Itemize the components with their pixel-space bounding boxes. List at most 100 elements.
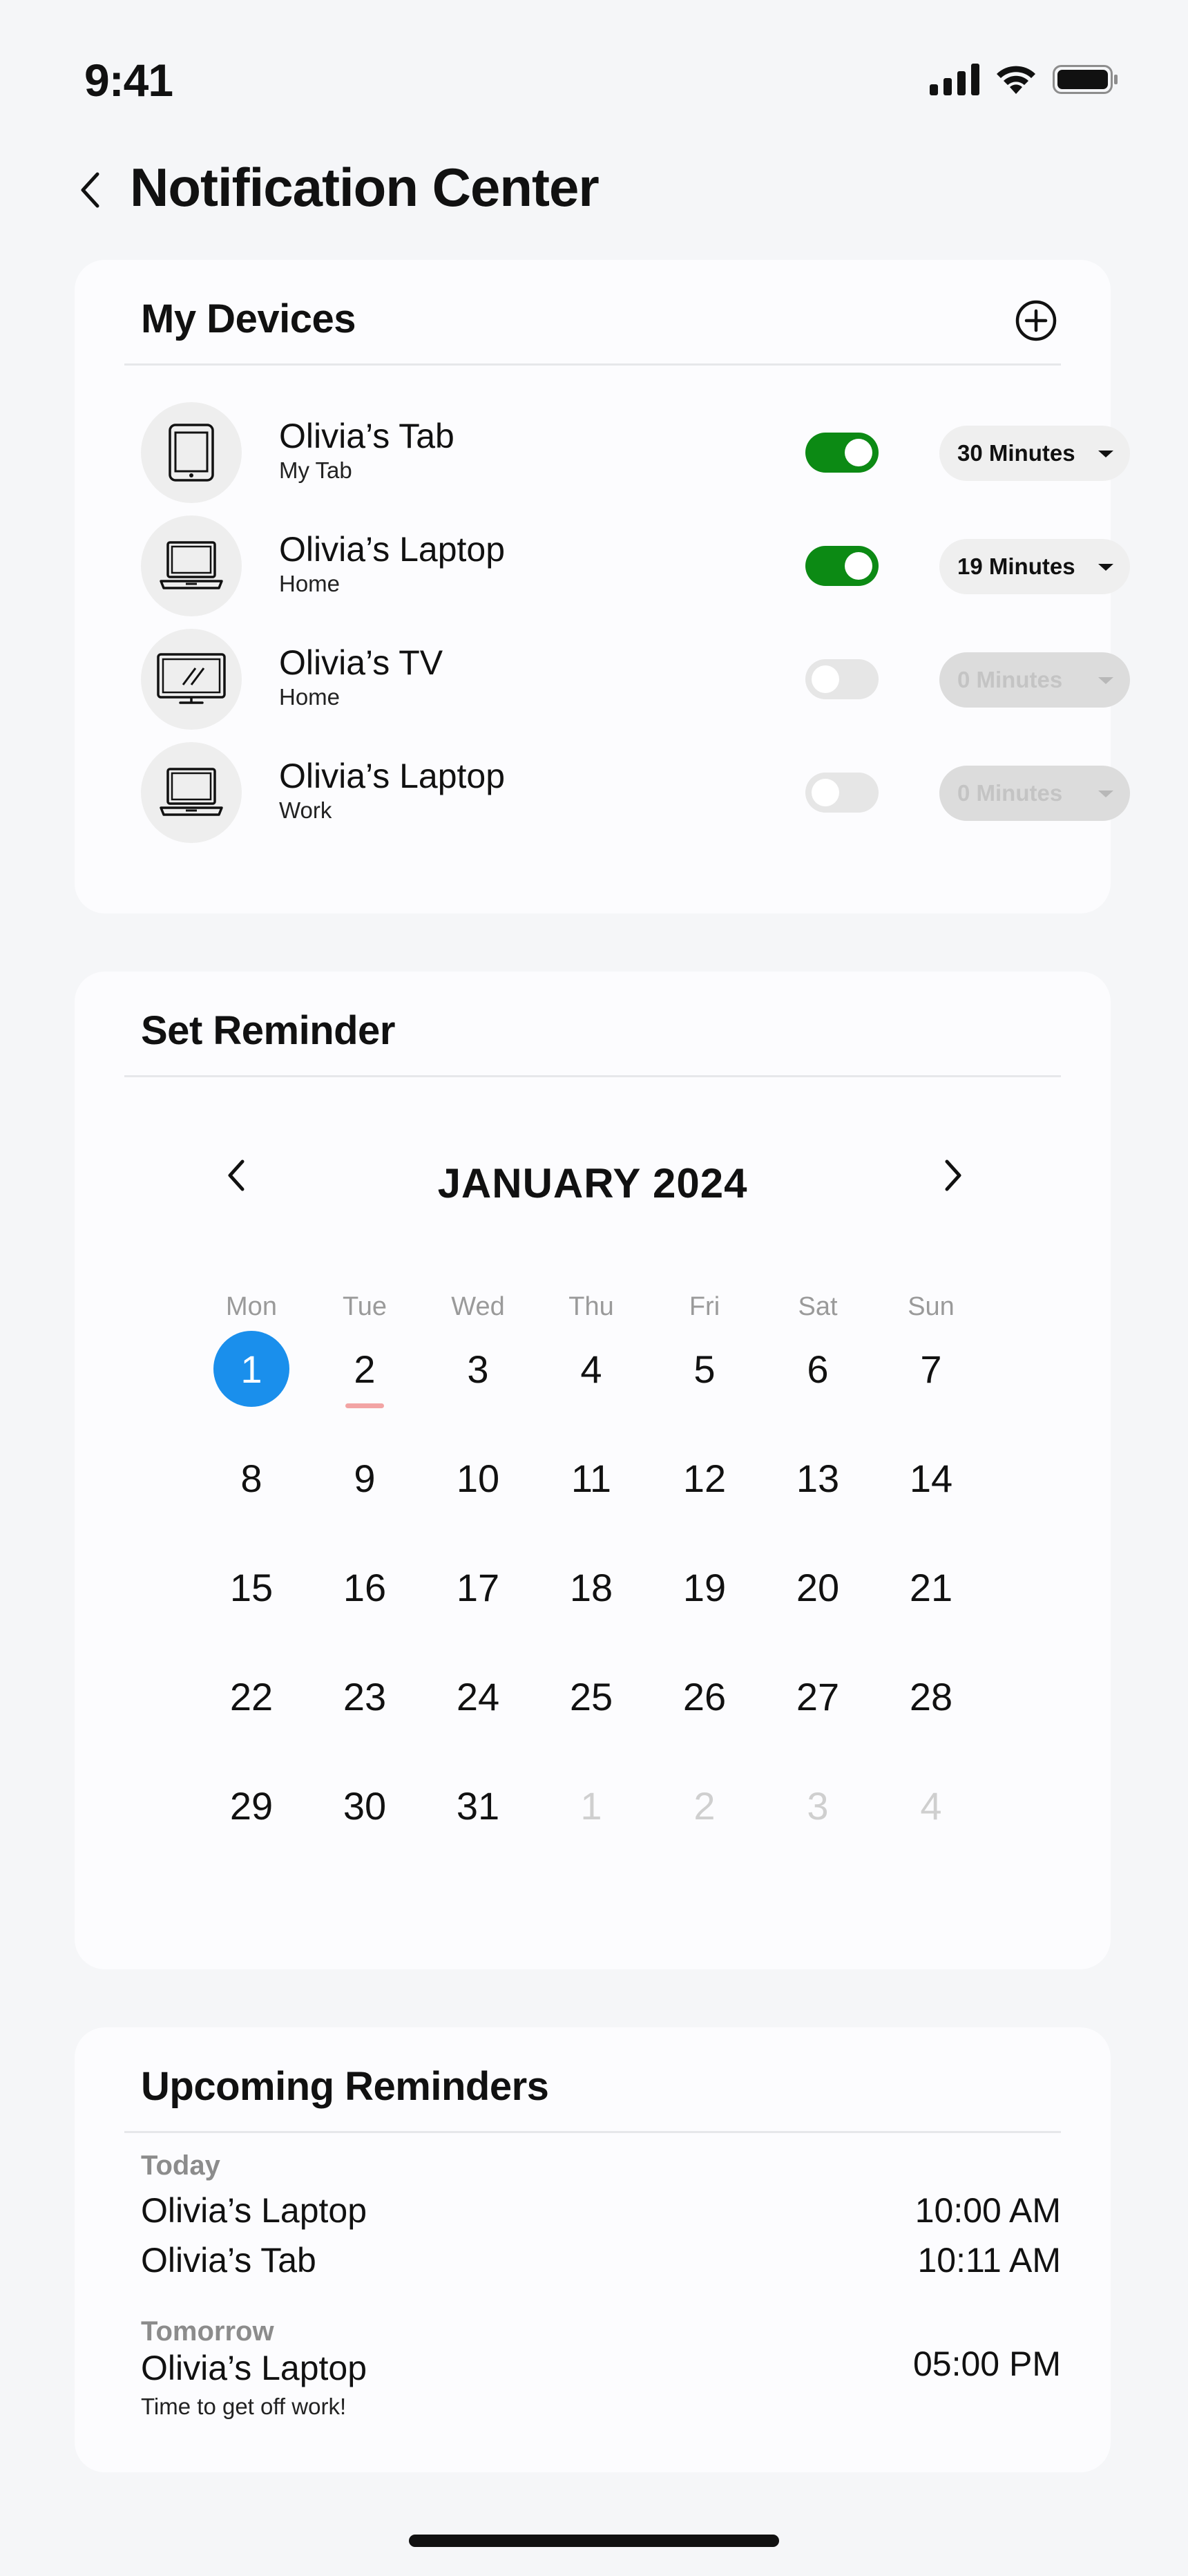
calendar-day[interactable]: 5 <box>667 1331 742 1407</box>
caret-down-icon <box>1098 677 1113 684</box>
plus-circle-icon <box>1015 300 1057 341</box>
calendar-day[interactable]: 4 <box>553 1331 629 1407</box>
toggle-knob <box>812 779 839 806</box>
chevron-right-icon <box>945 1159 961 1191</box>
back-button[interactable] <box>69 166 111 214</box>
home-indicator <box>409 2535 779 2547</box>
weekday-label-sat: Sat <box>798 1292 838 1321</box>
reminder-card: Set Reminder JANUARY 2024 Mon Tue Wed Thu Fr… <box>75 972 1111 1969</box>
reminder-divider <box>124 1075 1061 1077</box>
calendar-day[interactable]: 26 <box>667 1658 742 1734</box>
device-avatar <box>141 629 242 730</box>
device-name: Olivia’s Laptop <box>279 757 506 795</box>
toggle-knob <box>812 665 839 693</box>
calendar-day[interactable]: 6 <box>780 1331 856 1407</box>
device-name: Olivia’s TV <box>279 643 443 682</box>
weekday-label-sun: Sun <box>908 1292 955 1321</box>
reminder-item-name[interactable]: Olivia’s Tab <box>141 2240 316 2280</box>
tv-icon <box>157 653 226 704</box>
calendar-day[interactable]: 18 <box>553 1549 629 1625</box>
calendar-day[interactable]: 2 <box>667 1768 742 1844</box>
caret-down-icon <box>1098 564 1113 571</box>
weekday-label-thu: Thu <box>568 1292 614 1321</box>
duration-value: 0 Minutes <box>957 667 1063 692</box>
reminder-item-name[interactable]: Olivia’s Laptop <box>141 2190 367 2231</box>
devices-divider <box>124 363 1061 366</box>
calendar-day[interactable]: 30 <box>327 1768 403 1844</box>
chevron-left-icon <box>81 172 99 208</box>
calendar-day-selected[interactable]: 1 <box>213 1331 289 1407</box>
calendar-day[interactable]: 27 <box>780 1658 856 1734</box>
calendar-day[interactable]: 2 <box>327 1331 403 1407</box>
calendar-day[interactable]: 25 <box>553 1658 629 1734</box>
calendar-day[interactable]: 16 <box>327 1549 403 1625</box>
duration-dropdown[interactable]: 0 Minutes <box>939 766 1130 821</box>
page-title: Notification Center <box>130 157 600 218</box>
device-name: Olivia’s Laptop <box>279 530 506 569</box>
calendar-day[interactable]: 28 <box>893 1658 969 1734</box>
device-avatar <box>141 402 242 503</box>
calendar-day[interactable]: 11 <box>553 1440 629 1516</box>
calendar-day[interactable]: 20 <box>780 1549 856 1625</box>
calendar-day[interactable]: 29 <box>213 1768 289 1844</box>
devices-title: My Devices <box>141 296 356 341</box>
calendar-day[interactable]: 24 <box>440 1658 516 1734</box>
calendar-day[interactable]: 15 <box>213 1549 289 1625</box>
reminder-item-name[interactable]: Olivia’s Laptop <box>141 2348 367 2388</box>
calendar-day[interactable]: 17 <box>440 1549 516 1625</box>
calendar-day[interactable]: 1 <box>553 1768 629 1844</box>
duration-value: 0 Minutes <box>957 780 1063 806</box>
calendar-day[interactable]: 22 <box>213 1658 289 1734</box>
calendar-day[interactable]: 23 <box>327 1658 403 1734</box>
header: Notification Center <box>0 152 1188 228</box>
today-marker <box>345 1403 384 1408</box>
calendar-day[interactable]: 7 <box>893 1331 969 1407</box>
duration-dropdown[interactable]: 19 Minutes <box>939 539 1130 594</box>
device-location: Home <box>279 571 341 596</box>
device-avatar <box>141 742 242 843</box>
duration-dropdown[interactable]: 0 Minutes <box>939 652 1130 708</box>
battery-icon <box>1053 65 1118 94</box>
next-month-button[interactable] <box>932 1151 974 1200</box>
reminder-item-time: 10:00 AM <box>914 2191 1061 2230</box>
calendar-day[interactable]: 9 <box>327 1440 403 1516</box>
reminder-title: Set Reminder <box>141 1008 395 1053</box>
group-label-tomorrow: Tomorrow <box>141 2316 274 2347</box>
toggle-knob <box>845 439 872 466</box>
status-bar: 9:41 <box>0 0 1188 138</box>
calendar-day[interactable]: 21 <box>893 1549 969 1625</box>
caret-down-icon <box>1098 451 1113 457</box>
calendar-day[interactable]: 12 <box>667 1440 742 1516</box>
calendar-day[interactable]: 31 <box>440 1768 516 1844</box>
device-notification-toggle[interactable] <box>805 546 879 586</box>
calendar-day[interactable]: 3 <box>440 1331 516 1407</box>
device-avatar <box>141 515 242 616</box>
add-device-button[interactable] <box>1014 299 1058 343</box>
status-time: 9:41 <box>84 55 173 106</box>
calendar-day[interactable]: 8 <box>213 1440 289 1516</box>
laptop-icon <box>160 768 223 816</box>
device-row: Olivia’s TV Home 0 Minutes <box>141 629 1130 732</box>
upcoming-divider <box>124 2131 1061 2133</box>
device-name: Olivia’s Tab <box>279 417 454 455</box>
calendar-day[interactable]: 19 <box>667 1549 742 1625</box>
toggle-knob <box>845 552 872 580</box>
calendar-day[interactable]: 14 <box>893 1440 969 1516</box>
devices-card: My Devices Olivia’s Tab My Tab 30 Minute… <box>75 260 1130 913</box>
device-notification-toggle[interactable] <box>805 773 879 813</box>
laptop-icon <box>160 541 223 589</box>
device-notification-toggle[interactable] <box>805 433 879 473</box>
wifi-icon <box>997 66 1035 94</box>
duration-value: 30 Minutes <box>957 440 1075 466</box>
device-notification-toggle[interactable] <box>805 659 879 699</box>
weekday-label-fri: Fri <box>689 1292 720 1321</box>
reminder-item-time: 05:00 PM <box>912 2345 1061 2383</box>
calendar-day[interactable]: 10 <box>440 1440 516 1516</box>
duration-dropdown[interactable]: 30 Minutes <box>939 426 1130 481</box>
calendar-day[interactable]: 13 <box>780 1440 856 1516</box>
calendar-day[interactable]: 4 <box>893 1768 969 1844</box>
calendar-day[interactable]: 3 <box>780 1768 856 1844</box>
duration-value: 19 Minutes <box>957 553 1075 579</box>
group-label-today: Today <box>141 2150 220 2181</box>
device-row: Olivia’s Laptop Home 19 Minutes <box>141 515 1130 619</box>
